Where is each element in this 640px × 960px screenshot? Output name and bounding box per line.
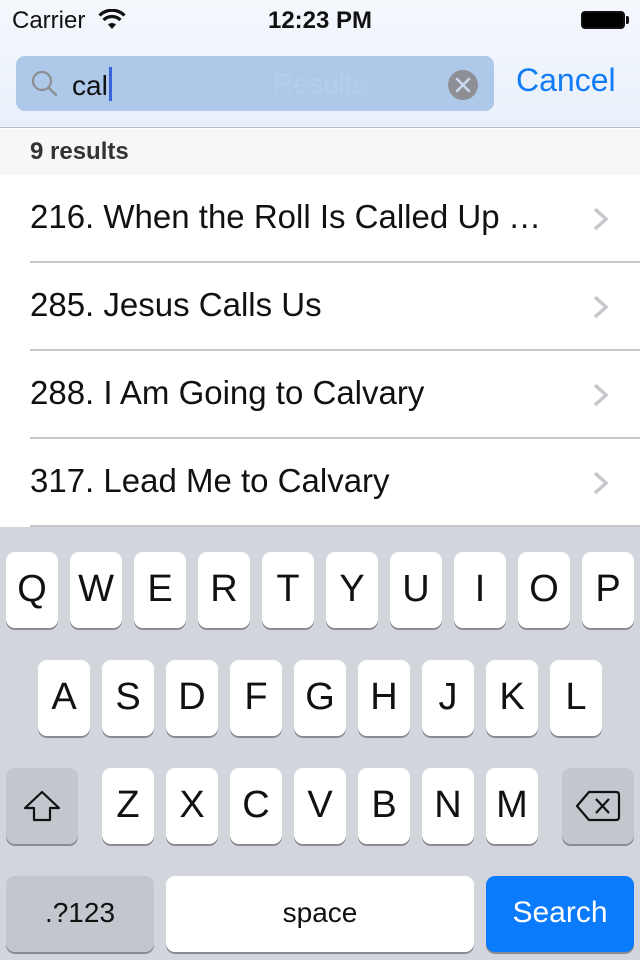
results-list: 216. When the Roll Is Called Up Yonder 2… xyxy=(0,175,640,527)
list-item[interactable]: 288. I Am Going to Calvary xyxy=(0,351,640,439)
chevron-right-icon xyxy=(593,383,609,407)
list-item-label: 285. Jesus Calls Us xyxy=(30,286,322,323)
list-item-label: 317. Lead Me to Calvary xyxy=(30,462,390,499)
key-i[interactable]: I xyxy=(454,552,506,628)
search-query[interactable]: cal xyxy=(72,67,112,102)
battery-icon xyxy=(581,11,625,29)
key-c[interactable]: C xyxy=(230,768,282,844)
key-y[interactable]: Y xyxy=(326,552,378,628)
status-time: 12:23 PM xyxy=(267,7,373,34)
search-query-text: cal xyxy=(72,70,108,101)
key-h[interactable]: H xyxy=(358,660,410,736)
space-key[interactable]: space xyxy=(166,876,474,952)
key-q[interactable]: Q xyxy=(6,552,58,628)
header-area: Carrier 12:23 PM Results cal Cancel xyxy=(0,0,640,128)
key-s[interactable]: S xyxy=(102,660,154,736)
shift-arrow-icon xyxy=(23,790,61,822)
key-t[interactable]: T xyxy=(262,552,314,628)
key-v[interactable]: V xyxy=(294,768,346,844)
results-count: 9 results xyxy=(30,138,129,165)
key-m[interactable]: M xyxy=(486,768,538,844)
backspace-key[interactable] xyxy=(562,768,634,844)
key-b[interactable]: B xyxy=(358,768,410,844)
battery-tip xyxy=(626,16,629,24)
list-item[interactable]: 317. Lead Me to Calvary xyxy=(0,439,640,527)
numbers-key[interactable]: .?123 xyxy=(6,876,154,952)
key-k[interactable]: K xyxy=(486,660,538,736)
list-item[interactable]: 285. Jesus Calls Us xyxy=(0,263,640,351)
key-o[interactable]: O xyxy=(518,552,570,628)
key-x[interactable]: X xyxy=(166,768,218,844)
key-l[interactable]: L xyxy=(550,660,602,736)
clear-search-button[interactable] xyxy=(448,70,478,100)
key-p[interactable]: P xyxy=(582,552,634,628)
backspace-icon xyxy=(575,790,621,822)
key-a[interactable]: A xyxy=(38,660,90,736)
list-item[interactable]: 216. When the Roll Is Called Up Yonder xyxy=(0,175,640,263)
chevron-right-icon xyxy=(593,471,609,495)
clear-x-icon xyxy=(455,77,471,93)
results-count-header: 9 results xyxy=(0,129,640,175)
list-item-label: 288. I Am Going to Calvary xyxy=(30,374,425,411)
key-z[interactable]: Z xyxy=(102,768,154,844)
chevron-right-icon xyxy=(593,295,609,319)
shift-key[interactable] xyxy=(6,768,78,844)
key-n[interactable]: N xyxy=(422,768,474,844)
list-item-label: 216. When the Roll Is Called Up Yonder xyxy=(30,198,560,235)
key-r[interactable]: R xyxy=(198,552,250,628)
cancel-button[interactable]: Cancel xyxy=(516,62,616,99)
key-j[interactable]: J xyxy=(422,660,474,736)
key-f[interactable]: F xyxy=(230,660,282,736)
search-input[interactable]: Results cal xyxy=(16,56,494,111)
status-bar: Carrier 12:23 PM xyxy=(0,0,640,40)
search-key[interactable]: Search xyxy=(486,876,634,952)
key-g[interactable]: G xyxy=(294,660,346,736)
chevron-right-icon xyxy=(593,207,609,231)
key-u[interactable]: U xyxy=(390,552,442,628)
key-d[interactable]: D xyxy=(166,660,218,736)
key-e[interactable]: E xyxy=(134,552,186,628)
key-w[interactable]: W xyxy=(70,552,122,628)
keyboard: QWERTYUIOP ASDFGHJKL ZXCVBNM .?123 space… xyxy=(0,527,640,960)
text-caret xyxy=(108,67,112,101)
